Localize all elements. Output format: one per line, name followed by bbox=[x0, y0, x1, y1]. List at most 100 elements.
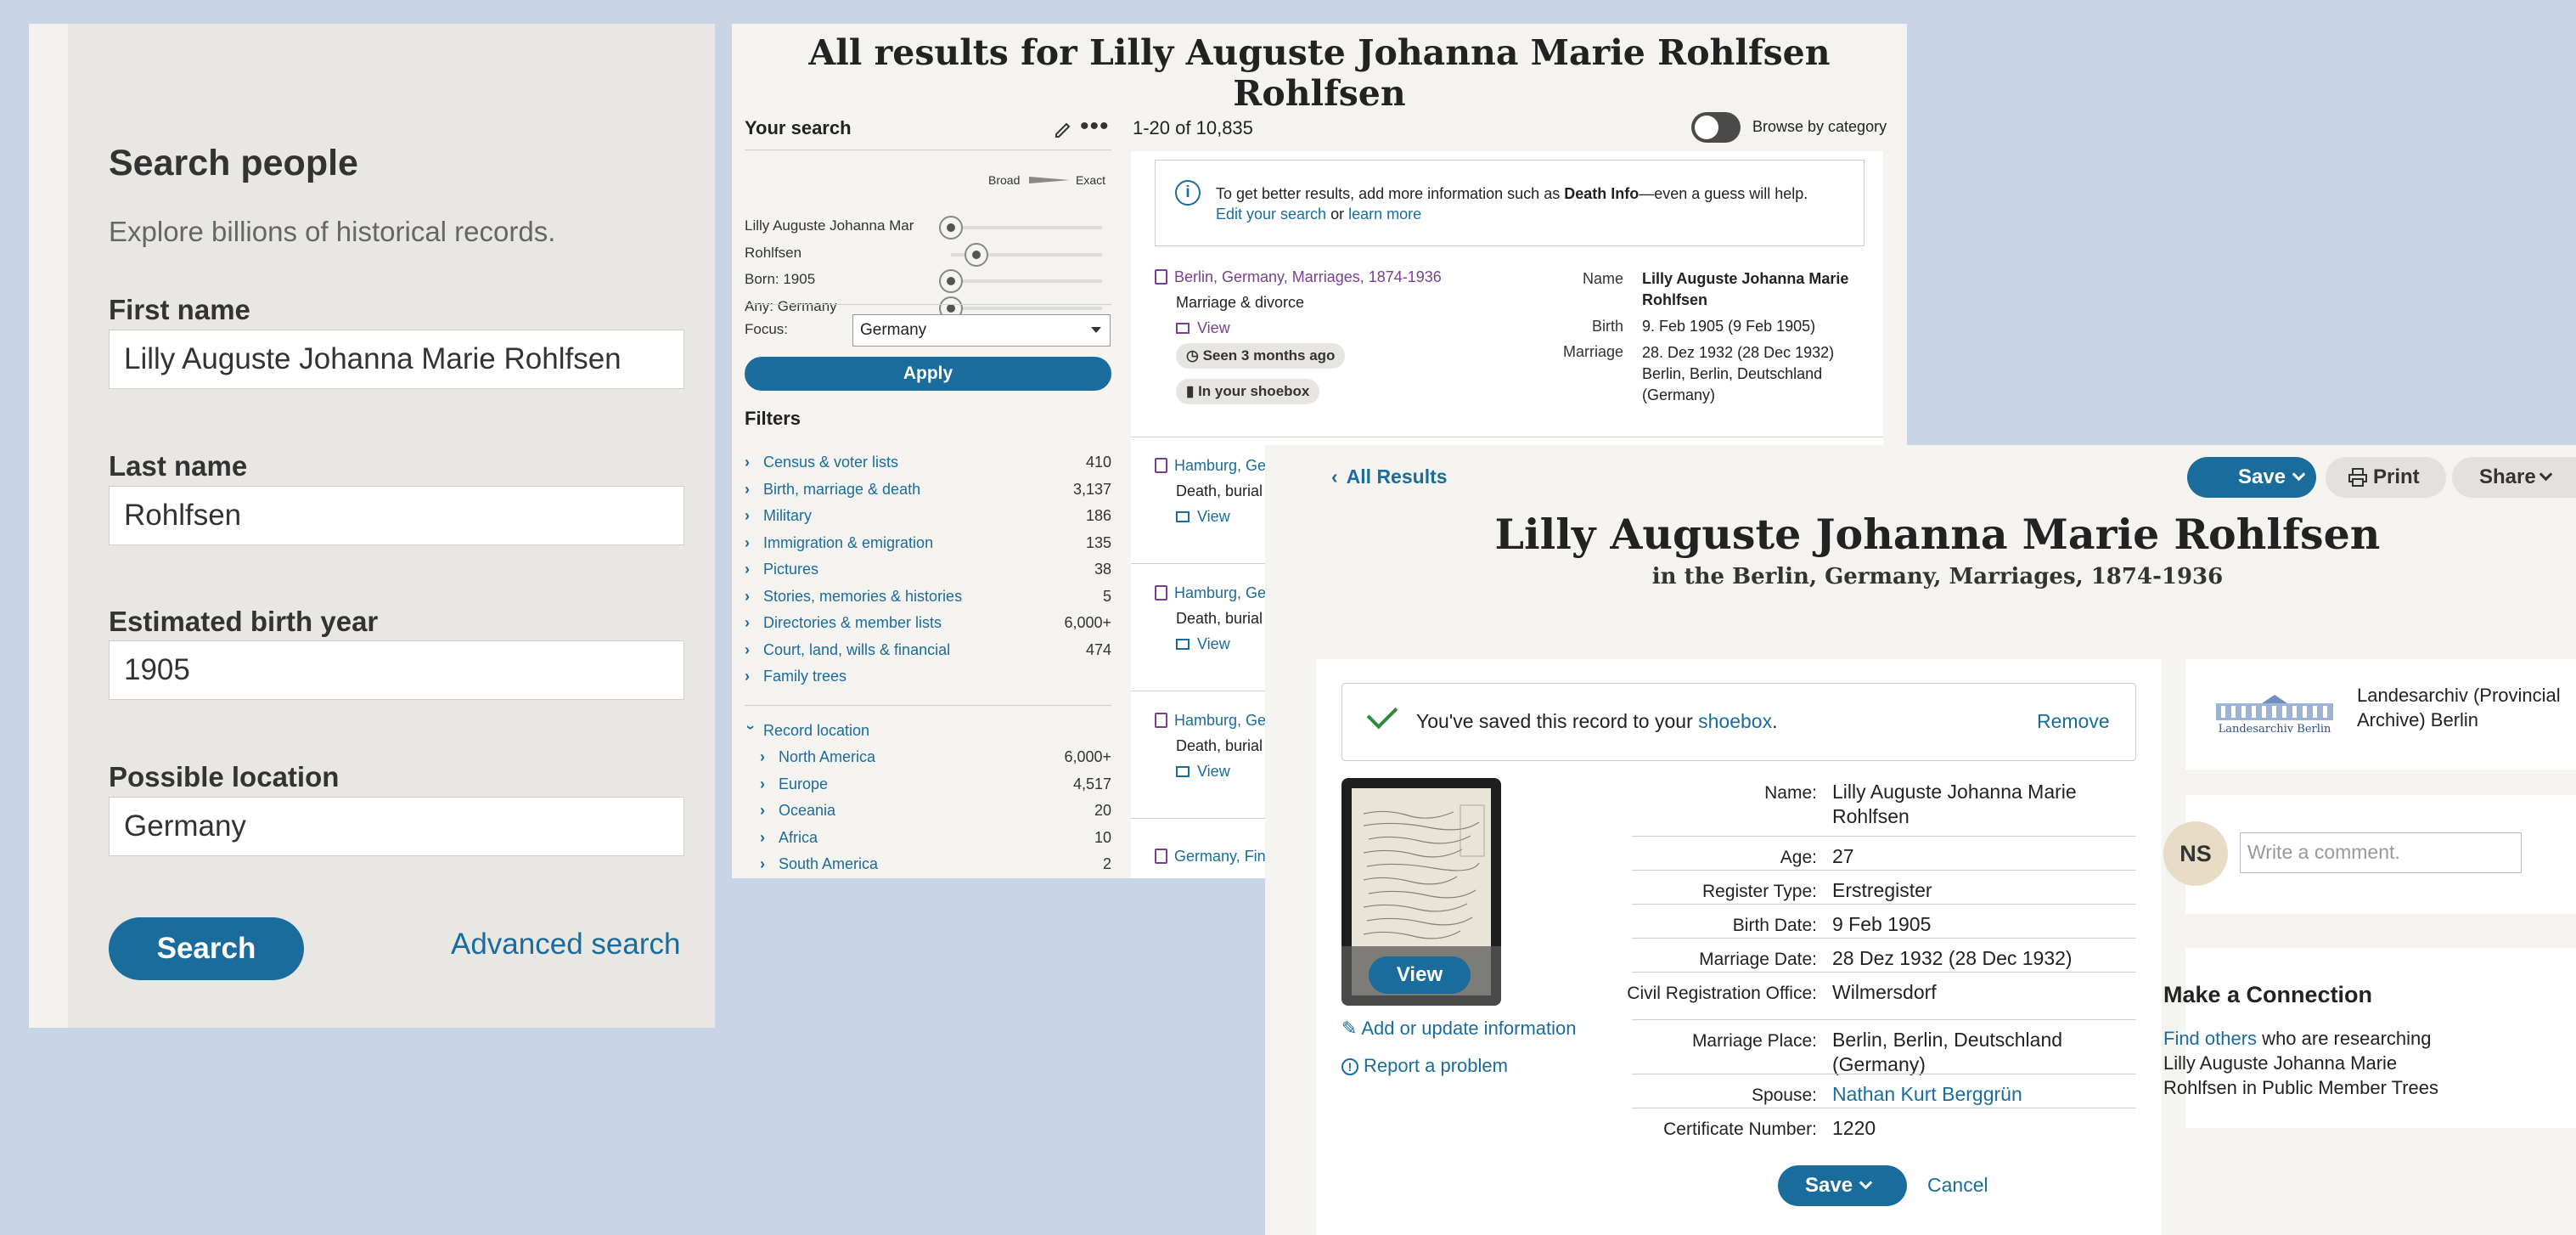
image-icon bbox=[1176, 766, 1190, 777]
location-item[interactable]: › South America 2 bbox=[760, 855, 1111, 877]
filter-item[interactable]: › Immigration & emigration 135 bbox=[745, 534, 1111, 556]
broad-exact-wedge-icon bbox=[1029, 177, 1070, 183]
location-item[interactable]: › Africa 10 bbox=[760, 829, 1111, 851]
document-icon bbox=[1155, 458, 1167, 473]
archive-logo: Landesarchiv Berlin bbox=[2213, 693, 2337, 737]
learn-more-link[interactable]: learn more bbox=[1348, 206, 1421, 223]
search-term-slider[interactable] bbox=[939, 216, 1102, 240]
browse-category-toggle[interactable] bbox=[1691, 112, 1741, 143]
chevron-right-icon: › bbox=[745, 480, 750, 498]
result-view-link[interactable]: View bbox=[1176, 635, 1230, 653]
divider bbox=[745, 705, 1111, 706]
birth-year-input[interactable]: 1905 bbox=[109, 640, 684, 700]
result-item[interactable]: Hamburg, Ge bbox=[1155, 712, 1266, 730]
result-item[interactable]: Berlin, Germany, Marriages, 1874-1936 bbox=[1155, 268, 1442, 286]
chevron-right-icon: › bbox=[760, 775, 765, 792]
view-label: View bbox=[1197, 319, 1230, 336]
filter-item[interactable]: › Pictures 38 bbox=[745, 561, 1111, 583]
filter-name: Directories & member lists bbox=[763, 614, 942, 631]
location-input[interactable]: Germany bbox=[109, 797, 684, 856]
chevron-right-icon: › bbox=[745, 507, 750, 524]
spouse-link[interactable]: Nathan Kurt Berggrün bbox=[1832, 1082, 2121, 1107]
filter-count: 6,000+ bbox=[1064, 614, 1111, 631]
first-name-input[interactable]: Lilly Auguste Johanna Marie Rohlfsen bbox=[109, 330, 684, 389]
record-image-thumbnail[interactable]: View bbox=[1341, 778, 1501, 1006]
person-name-heading: Lilly Auguste Johanna Marie Rohlfsen bbox=[1494, 510, 2381, 559]
save-bottom-button[interactable]: Save bbox=[1778, 1165, 1907, 1206]
all-results-link[interactable]: ‹ All Results bbox=[1331, 465, 1448, 488]
filter-item[interactable]: › Military 186 bbox=[745, 507, 1111, 529]
result-view-link[interactable]: View bbox=[1176, 319, 1230, 337]
info-text-part: To get better results, add more informat… bbox=[1216, 185, 1565, 202]
pencil-icon: ✎ bbox=[1341, 1018, 1362, 1039]
slider-handle[interactable] bbox=[965, 243, 989, 267]
result-item[interactable]: Hamburg, Ge bbox=[1155, 457, 1266, 475]
detail-value: Erstregister bbox=[1832, 879, 1932, 901]
apply-button[interactable]: Apply bbox=[745, 357, 1111, 391]
find-others-link[interactable]: Find others bbox=[2163, 1028, 2257, 1049]
shoebox-link[interactable]: shoebox bbox=[1698, 710, 1772, 732]
chevron-right-icon: › bbox=[760, 855, 765, 872]
result-view-link[interactable]: View bbox=[1176, 508, 1230, 526]
share-button[interactable]: Share bbox=[2452, 457, 2576, 498]
result-item[interactable]: Hamburg, Ge bbox=[1155, 584, 1266, 602]
marriage-key: Marriage bbox=[1562, 343, 1623, 360]
add-update-info-link[interactable]: ✎ Add or update information bbox=[1341, 1018, 1577, 1040]
collection-subheading: in the Berlin, Germany, Marriages, 1874-… bbox=[1651, 564, 2224, 589]
divider bbox=[1632, 870, 2136, 871]
location-item[interactable]: › Europe 4,517 bbox=[760, 775, 1111, 798]
detail-value: Berlin, Berlin, Deutschland (Germany) bbox=[1832, 1029, 2063, 1075]
filter-item[interactable]: › Birth, marriage & death 3,137 bbox=[745, 481, 1111, 503]
chevron-right-icon: › bbox=[745, 454, 750, 471]
filter-item[interactable]: › Directories & member lists 6,000+ bbox=[745, 614, 1111, 636]
filter-item[interactable]: › Family trees bbox=[745, 668, 1111, 690]
more-options-icon[interactable]: ••• bbox=[1080, 112, 1110, 141]
advanced-search-link[interactable]: Advanced search bbox=[451, 928, 680, 961]
search-term-slider[interactable] bbox=[939, 296, 1102, 320]
record-location-toggle[interactable]: › Record location bbox=[743, 722, 1111, 744]
comment-input[interactable]: Write a comment. bbox=[2240, 832, 2522, 873]
detail-key: Certificate Number: bbox=[1663, 1119, 1817, 1139]
edit-pencil-icon[interactable] bbox=[1053, 119, 1073, 139]
browse-category-label: Browse by category bbox=[1752, 118, 1887, 135]
print-label: Print bbox=[2373, 465, 2420, 488]
print-button[interactable]: Print bbox=[2326, 457, 2446, 498]
search-button[interactable]: Search bbox=[109, 917, 304, 980]
filter-item[interactable]: › Court, land, wills & financial 474 bbox=[745, 641, 1111, 663]
search-subtitle: Explore billions of historical records. bbox=[109, 216, 556, 247]
search-term-slider[interactable] bbox=[939, 269, 1102, 293]
save-label: Save bbox=[2238, 465, 2286, 488]
seen-badge: ◷ Seen 3 months ago bbox=[1176, 343, 1346, 369]
last-name-input[interactable]: Rohlfsen bbox=[109, 486, 684, 545]
edit-search-link[interactable]: Edit your search bbox=[1216, 206, 1326, 223]
slider-handle[interactable] bbox=[939, 216, 963, 240]
cancel-link[interactable]: Cancel bbox=[1927, 1174, 1988, 1197]
alert-icon: ! bbox=[1341, 1058, 1358, 1075]
filter-name: Court, land, wills & financial bbox=[763, 640, 951, 658]
view-image-button[interactable]: View bbox=[1369, 956, 1471, 994]
result-item[interactable]: Germany, Fin bbox=[1155, 848, 1266, 866]
result-category: Death, burial bbox=[1176, 610, 1263, 627]
result-collection-link[interactable]: Hamburg, Ge bbox=[1174, 712, 1266, 729]
result-collection-link[interactable]: Hamburg, Ge bbox=[1174, 457, 1266, 474]
chevron-right-icon: › bbox=[745, 587, 750, 605]
birth-key: Birth bbox=[1591, 318, 1623, 335]
search-term-slider[interactable] bbox=[951, 243, 1102, 267]
result-collection-link[interactable]: Hamburg, Ge bbox=[1174, 584, 1266, 601]
slider-handle[interactable] bbox=[939, 269, 963, 293]
filter-name: Stories, memories & histories bbox=[763, 587, 963, 605]
report-problem-link[interactable]: ! Report a problem bbox=[1341, 1055, 1508, 1077]
location-item[interactable]: › North America 6,000+ bbox=[760, 748, 1111, 770]
result-view-link[interactable]: View bbox=[1176, 763, 1230, 781]
remove-link[interactable]: Remove bbox=[2037, 710, 2110, 733]
filters-heading: Filters bbox=[745, 408, 801, 429]
focus-select[interactable]: Germany bbox=[852, 314, 1111, 347]
location-count: 20 bbox=[1094, 802, 1111, 819]
result-collection-link[interactable]: Berlin, Germany, Marriages, 1874-1936 bbox=[1174, 268, 1442, 285]
filter-item[interactable]: › Census & voter lists 410 bbox=[745, 454, 1111, 476]
last-name-label: Last name bbox=[109, 450, 248, 482]
location-item[interactable]: › Oceania 20 bbox=[760, 802, 1111, 824]
filter-item[interactable]: › Stories, memories & histories 5 bbox=[745, 588, 1111, 610]
result-collection-link[interactable]: Germany, Fin bbox=[1174, 848, 1266, 865]
save-button[interactable]: Save bbox=[2187, 457, 2316, 498]
